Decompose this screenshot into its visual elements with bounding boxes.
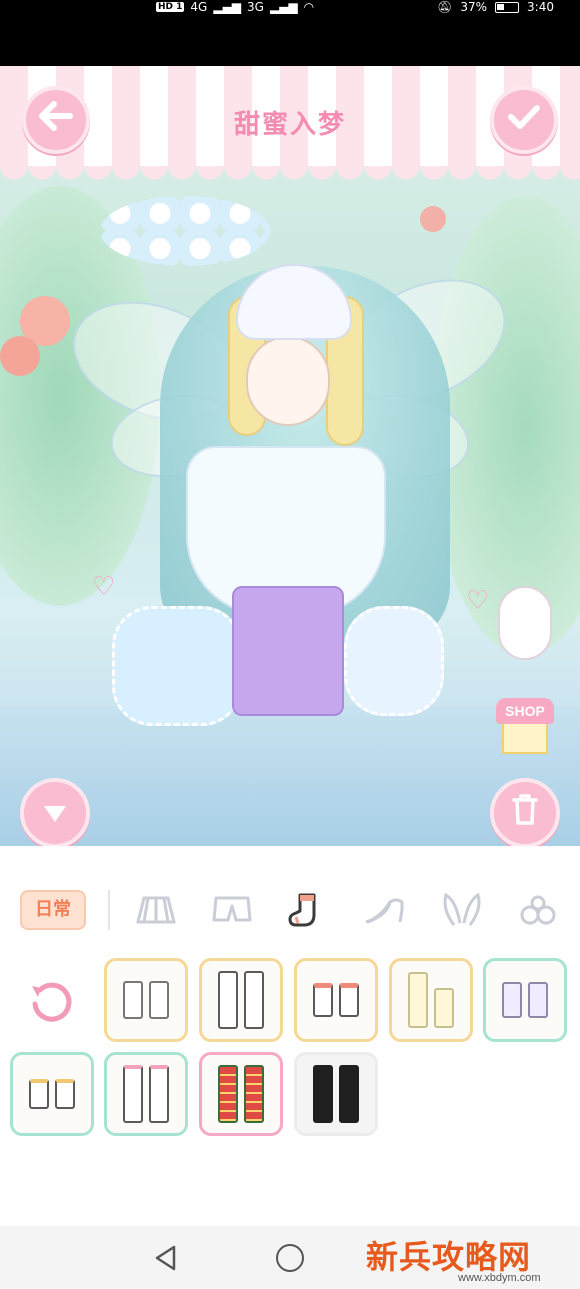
shop-icon — [502, 724, 548, 754]
category-divider — [108, 890, 110, 930]
clock: 3:40 — [527, 0, 554, 14]
flower-accessory-icon[interactable] — [514, 888, 562, 932]
sock-right — [244, 971, 264, 1029]
heart-decoration-left: ♡ — [92, 572, 116, 602]
collapse-button[interactable] — [20, 778, 90, 846]
sock-right — [434, 988, 454, 1028]
character-face — [246, 336, 330, 426]
wifi-icon: ◠ — [303, 0, 315, 14]
shorts-icon[interactable] — [208, 888, 256, 932]
reset-button[interactable] — [26, 976, 78, 1028]
heart-decoration-right: ♡ — [466, 586, 490, 616]
status-right: 🔕︎ 37% 3:40 — [437, 0, 554, 14]
signal-3g-label: 3G — [247, 0, 264, 14]
status-left: HD 1 4G ▂▄▆ 3G ▂▄▆ ◠ — [156, 0, 314, 14]
triangle-down-icon — [42, 793, 68, 833]
shop-button[interactable]: SHOP — [496, 698, 554, 754]
sock-left — [218, 971, 238, 1029]
item-red-zigzag-socks[interactable] — [199, 1052, 283, 1136]
awning-scallop — [0, 166, 580, 188]
sock-left — [408, 972, 428, 1028]
sock-right — [339, 983, 359, 1017]
pillow-right — [344, 606, 444, 716]
sock-left — [29, 1079, 49, 1109]
wardrobe-panel: 日常 — [0, 866, 580, 1226]
sock-left — [313, 1065, 333, 1123]
arrow-left-icon — [39, 100, 73, 140]
refresh-icon — [26, 982, 78, 1032]
shop-label: SHOP — [496, 698, 554, 724]
sock-right — [528, 982, 548, 1018]
sock-right — [55, 1079, 75, 1109]
nav-back-icon[interactable] — [152, 1244, 180, 1272]
item-ruffle-ankle-socks[interactable] — [104, 958, 188, 1042]
nav-home-icon[interactable] — [276, 1244, 304, 1272]
sock-left — [218, 1065, 238, 1123]
item-knee-high-white-socks[interactable] — [199, 958, 283, 1042]
pillow-left — [112, 606, 242, 726]
item-cream-long-socks[interactable] — [389, 958, 473, 1042]
item-lace-ankle-socks[interactable] — [483, 958, 567, 1042]
berries-left-2 — [0, 336, 40, 376]
confirm-button[interactable] — [490, 86, 558, 154]
category-tab-daily[interactable]: 日常 — [20, 890, 86, 930]
watermark: 新兵攻略网 www.xbdym.com — [366, 1232, 580, 1289]
skirt-icon[interactable] — [132, 888, 180, 932]
item-short-frill-socks[interactable] — [10, 1052, 94, 1136]
sock-right — [149, 1065, 169, 1123]
item-black-knee-socks[interactable] — [294, 1052, 378, 1136]
sock-left — [502, 982, 522, 1018]
dressup-scene: 甜蜜入梦 ♡ ♡ SHOP — [0, 66, 580, 846]
signal-4g-label: 4G — [190, 0, 208, 14]
sock-right — [339, 1065, 359, 1123]
sock-left — [313, 983, 333, 1017]
item-cherry-ankle-socks[interactable] — [294, 958, 378, 1042]
sock-left — [123, 981, 143, 1019]
watermark-url: www.xbdym.com — [458, 1272, 541, 1284]
cat-pet — [498, 586, 552, 660]
battery-icon — [495, 1, 520, 13]
signal-icon: ▂▄▆ — [213, 0, 242, 14]
check-icon — [507, 100, 541, 140]
berries-top — [420, 206, 446, 232]
back-button[interactable] — [22, 86, 90, 154]
sock-left — [123, 1065, 143, 1123]
bunny-ears-icon[interactable] — [438, 888, 486, 932]
flowers-top — [100, 196, 270, 266]
battery-percent: 37% — [460, 0, 488, 14]
item-ribbon-knee-socks[interactable] — [104, 1052, 188, 1136]
category-row: 日常 — [0, 866, 580, 946]
sock-right — [244, 1065, 264, 1123]
trash-icon — [510, 792, 540, 835]
sock-icon[interactable] — [284, 888, 332, 932]
signal-icon-2: ▂▄▆ — [269, 0, 298, 14]
hd-badge: HD 1 — [156, 2, 185, 12]
delete-button[interactable] — [490, 778, 560, 846]
mute-icon: 🔕︎ — [437, 0, 453, 14]
status-bar: HD 1 4G ▂▄▆ 3G ▂▄▆ ◠ 🔕︎ 37% 3:40 — [0, 0, 580, 66]
sock-right — [149, 981, 169, 1019]
heel-icon[interactable] — [360, 888, 408, 932]
character-pants — [232, 586, 344, 716]
